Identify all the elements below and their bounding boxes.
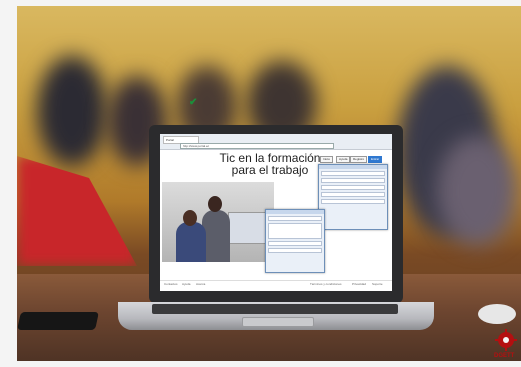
dialog-row[interactable] [321, 185, 385, 190]
page-title: Tic en la formación para el trabajo [210, 152, 330, 176]
nav-home[interactable]: Inicio [320, 156, 334, 163]
smartphone [17, 312, 99, 330]
settings-dialog[interactable] [318, 164, 388, 230]
monitor [228, 212, 266, 244]
blurred-person [437, 136, 517, 246]
nav-register[interactable]: Registro [350, 156, 368, 163]
footer-link[interactable]: Soporte [372, 282, 383, 286]
enter-button[interactable]: Entrar [368, 156, 383, 163]
logo-text: DGETT [494, 353, 515, 359]
dialog-body [268, 216, 322, 270]
footer-link[interactable]: Ayuda [182, 282, 190, 286]
hero-photo [162, 182, 274, 262]
seated-person [176, 222, 206, 262]
dialog-list[interactable] [268, 223, 322, 239]
footer-link[interactable]: Términos y condiciones [310, 282, 342, 286]
footer-link[interactable]: Acerca [196, 282, 205, 286]
dialog-row[interactable] [321, 192, 385, 197]
dialog-row[interactable] [321, 178, 385, 183]
title-line-2: para el trabajo [231, 163, 309, 177]
address-bar[interactable]: http://www.portal.ec [180, 143, 334, 149]
dialog-titlebar [266, 210, 324, 214]
laptop-screen: Portal http://www.portal.ec Tic en la fo… [160, 134, 392, 291]
trackpad [242, 317, 314, 327]
mouse [478, 304, 516, 324]
nav-help[interactable]: Ayuda [336, 156, 351, 163]
dialog-row[interactable] [268, 216, 322, 221]
options-dialog[interactable] [265, 209, 325, 273]
dialog-row[interactable] [321, 171, 385, 176]
image-frame: Portal http://www.portal.ec Tic en la fo… [0, 0, 521, 367]
standing-person [202, 210, 230, 262]
gear-logo-icon [495, 329, 517, 351]
footer-link[interactable]: Contactos [164, 282, 178, 286]
footer-link[interactable]: Privacidad [352, 282, 366, 286]
check-icon: ✔ [189, 97, 198, 108]
standing-person-head [208, 196, 222, 212]
red-flag [17, 156, 137, 266]
dialog-row[interactable] [268, 241, 322, 246]
dialog-titlebar [319, 165, 387, 169]
dialog-row[interactable] [268, 248, 322, 253]
page-footer: Contactos Ayuda Acerca Términos y condic… [160, 280, 392, 287]
dialog-row[interactable] [321, 199, 385, 204]
browser-toolbar: Portal http://www.portal.ec [160, 134, 392, 150]
blurred-person [37, 56, 107, 166]
seated-person-head [183, 210, 197, 226]
dialog-body [321, 171, 385, 227]
keyboard [152, 304, 398, 314]
